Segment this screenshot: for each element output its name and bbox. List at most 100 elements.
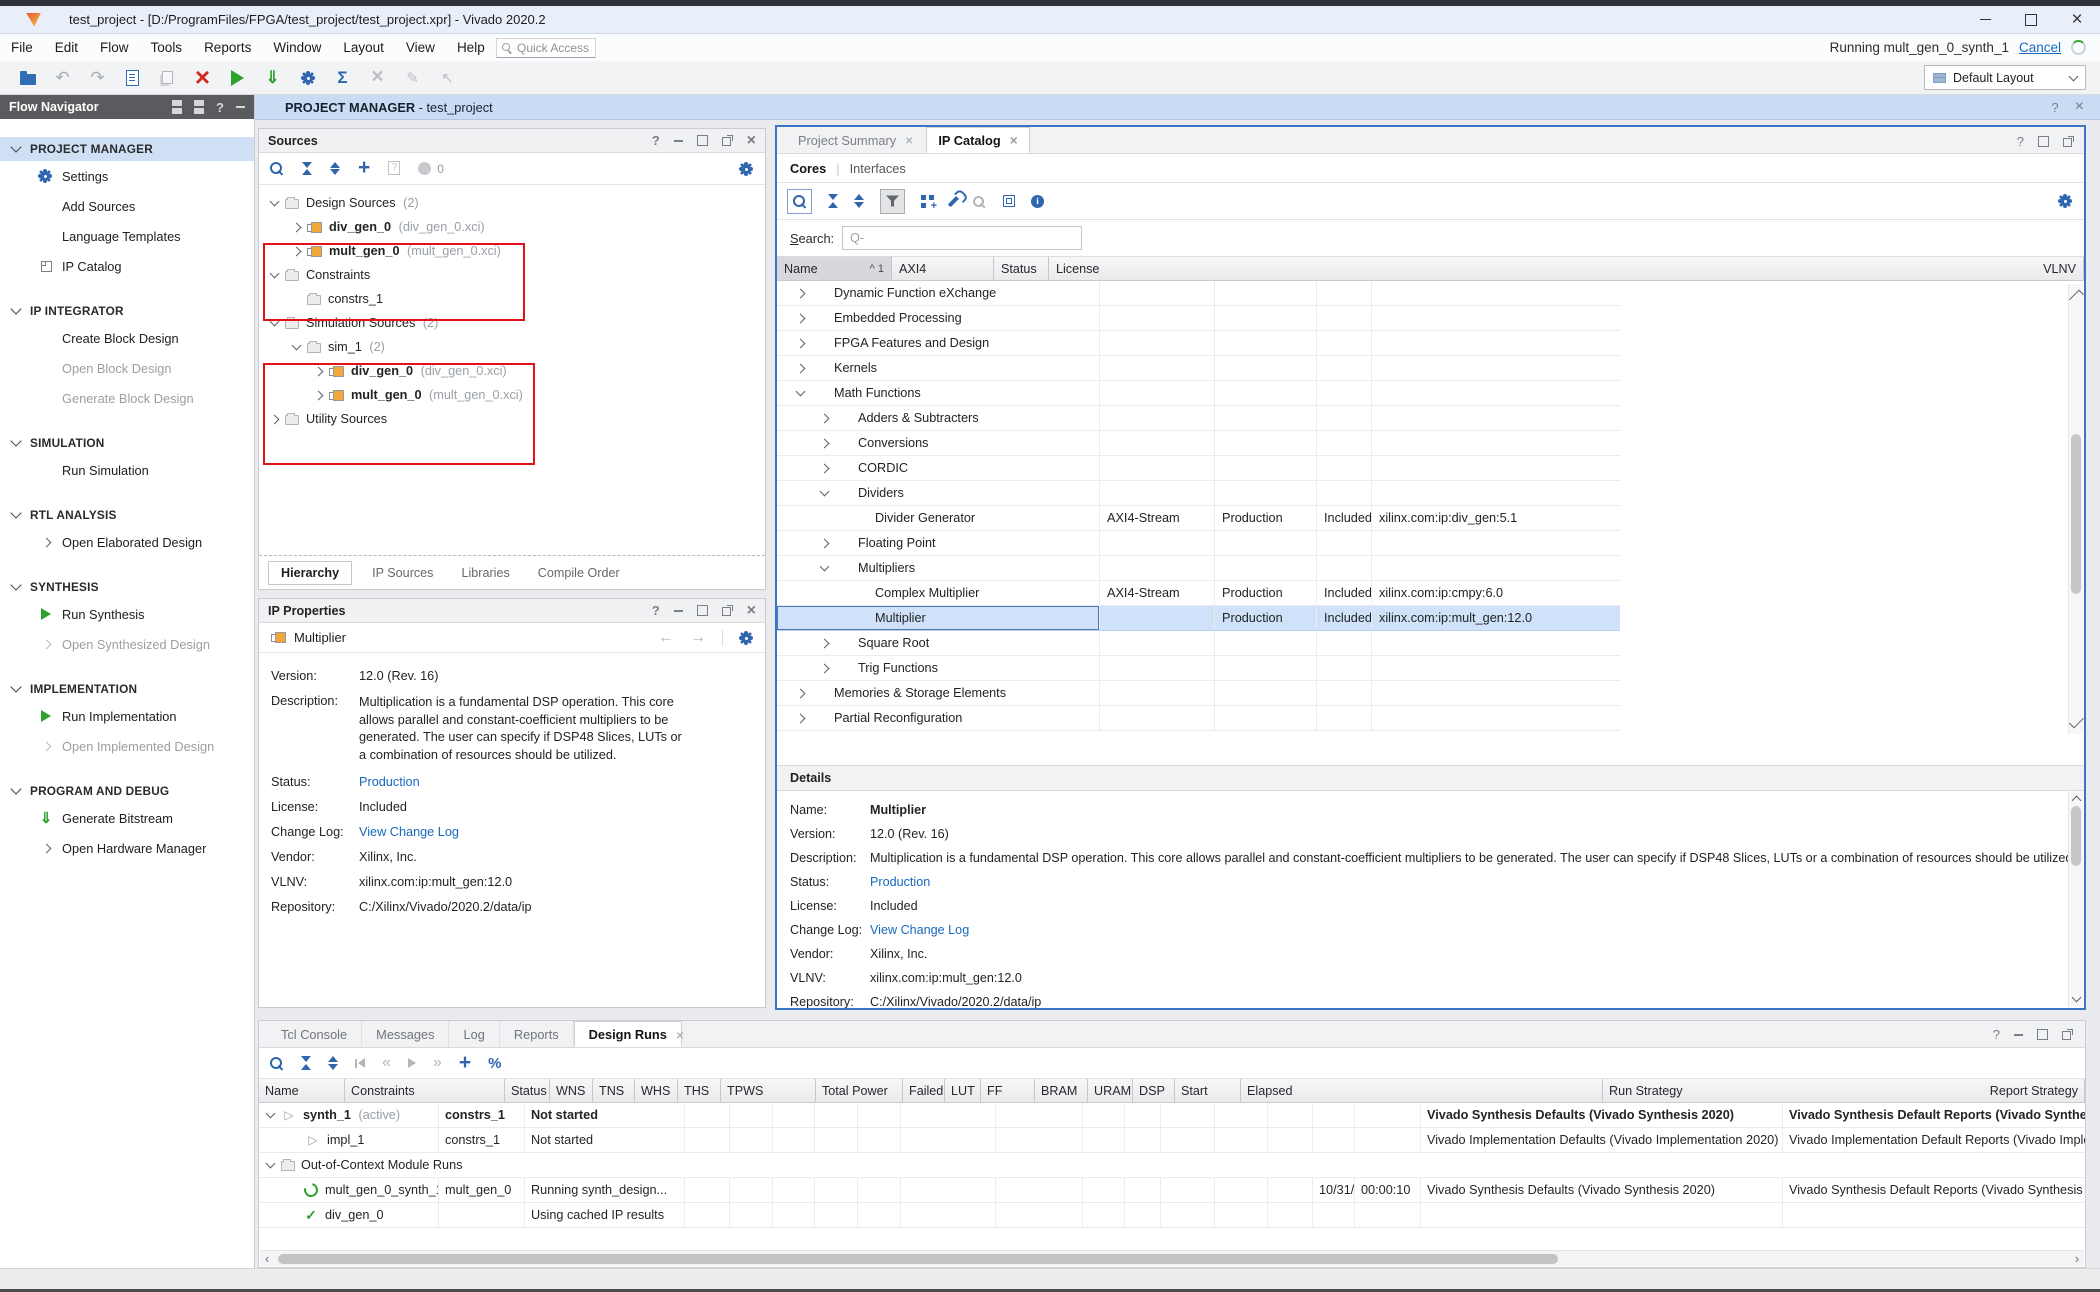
expander-icon[interactable] bbox=[292, 341, 302, 351]
next-run-icon[interactable] bbox=[433, 1054, 442, 1072]
run-selected-icon[interactable] bbox=[408, 1058, 416, 1068]
expander-icon[interactable] bbox=[820, 538, 830, 548]
column-header-cell[interactable]: WNS bbox=[550, 1079, 593, 1102]
maximize-icon[interactable] bbox=[2037, 1029, 2048, 1040]
details-scrollbar[interactable] bbox=[2068, 791, 2083, 1007]
column-header-cell[interactable]: TNS bbox=[593, 1079, 635, 1102]
menu-item[interactable]: View bbox=[395, 36, 446, 59]
sources-tree-item[interactable]: div_gen_0 (div_gen_0.xci) bbox=[259, 215, 765, 239]
column-header-cell[interactable]: LUT bbox=[945, 1079, 981, 1102]
flow-navigator-item[interactable]: Run Simulation bbox=[0, 455, 254, 485]
sources-panel-header[interactable]: Sources bbox=[259, 129, 765, 153]
help-icon[interactable] bbox=[652, 133, 660, 148]
expander-icon[interactable] bbox=[820, 413, 830, 423]
document-tab[interactable]: IP Catalog bbox=[926, 127, 1030, 153]
column-header-cell[interactable]: URAM bbox=[1088, 1079, 1133, 1102]
column-header-cell[interactable]: Name ^ 1 bbox=[777, 257, 892, 280]
scrollbar-thumb[interactable] bbox=[2071, 806, 2081, 866]
catalog-scrollbar[interactable] bbox=[2068, 284, 2083, 734]
settings-gear-icon[interactable] bbox=[2058, 194, 2072, 208]
window-maximize-icon[interactable] bbox=[2008, 6, 2054, 33]
sources-tree-item[interactable]: Constraints bbox=[259, 263, 765, 287]
design-run-row[interactable]: synth_1 (active) constrs_1 Not started V… bbox=[259, 1103, 2085, 1128]
scroll-down-icon[interactable] bbox=[2069, 714, 2084, 729]
flow-navigator-item[interactable]: PROJECT MANAGER bbox=[0, 137, 254, 161]
flow-navigator-item[interactable]: Open Synthesized Design bbox=[0, 629, 254, 659]
sources-view-tab[interactable]: Libraries bbox=[461, 566, 509, 580]
create-run-icon[interactable] bbox=[459, 1055, 471, 1072]
flow-navigator-item[interactable]: SYNTHESIS bbox=[0, 575, 254, 599]
column-header-cell[interactable]: AXI4 bbox=[892, 257, 994, 280]
maximize-icon[interactable] bbox=[697, 135, 708, 146]
scroll-right-icon[interactable]: › bbox=[2070, 1251, 2084, 1266]
expander-icon[interactable] bbox=[270, 197, 280, 207]
flow-navigator-item[interactable]: IP INTEGRATOR bbox=[0, 299, 254, 323]
column-header-cell[interactable]: Start bbox=[1175, 1079, 1241, 1102]
column-header-cell[interactable]: TPWS bbox=[721, 1079, 816, 1102]
expander-icon[interactable] bbox=[820, 562, 830, 572]
flow-navigator-item[interactable]: Open Implemented Design bbox=[0, 731, 254, 761]
column-header-cell[interactable]: FF bbox=[981, 1079, 1035, 1102]
console-tab[interactable]: Log bbox=[449, 1021, 499, 1047]
expander-icon[interactable] bbox=[796, 338, 806, 348]
help-icon[interactable] bbox=[216, 100, 224, 115]
sources-tree-item[interactable]: mult_gen_0 (mult_gen_0.xci) bbox=[259, 383, 765, 407]
scroll-left-icon[interactable]: ‹ bbox=[260, 1251, 274, 1266]
close-tab-icon[interactable] bbox=[676, 1028, 684, 1042]
search-icon[interactable] bbox=[269, 1056, 284, 1071]
collapse-all-icon[interactable] bbox=[301, 1056, 311, 1070]
flow-navigator-item[interactable]: Generate Bitstream bbox=[0, 803, 254, 833]
sources-tree-item[interactable]: Simulation Sources (2) bbox=[259, 311, 765, 335]
flow-navigator-item[interactable]: IMPLEMENTATION bbox=[0, 677, 254, 701]
flow-navigator-item[interactable]: Settings bbox=[0, 161, 254, 191]
expander-icon[interactable] bbox=[796, 363, 806, 373]
flow-navigator-item[interactable]: Run Implementation bbox=[0, 701, 254, 731]
sources-tree-item[interactable]: div_gen_0 (div_gen_0.xci) bbox=[259, 359, 765, 383]
flow-navigator-item[interactable]: IP Catalog bbox=[0, 251, 254, 281]
design-run-row[interactable]: mult_gen_0_synth_1 mult_gen_0 Running sy… bbox=[259, 1178, 2085, 1203]
expander-icon[interactable] bbox=[820, 463, 830, 473]
column-header-cell[interactable]: License bbox=[1049, 257, 2036, 280]
expander-icon[interactable] bbox=[292, 246, 302, 256]
expander-icon[interactable] bbox=[820, 487, 830, 497]
sources-tree-item[interactable]: Design Sources (2) bbox=[259, 191, 765, 215]
column-header-cell[interactable]: Status bbox=[505, 1079, 550, 1102]
flow-navigator-item[interactable]: PROGRAM AND DEBUG bbox=[0, 779, 254, 803]
expander-icon[interactable] bbox=[270, 317, 280, 327]
expander-icon[interactable] bbox=[796, 713, 806, 723]
window-minimize-icon[interactable] bbox=[1962, 6, 2008, 33]
settings-gear-icon[interactable] bbox=[739, 162, 753, 176]
info-icon[interactable] bbox=[1031, 195, 1044, 208]
window-close-icon[interactable] bbox=[2054, 6, 2100, 33]
expander-icon[interactable] bbox=[270, 269, 280, 279]
minimize-icon[interactable] bbox=[674, 610, 683, 612]
expander-icon[interactable] bbox=[266, 1109, 276, 1119]
flow-navigator-item[interactable]: Generate Block Design bbox=[0, 383, 254, 413]
search-icon[interactable] bbox=[269, 161, 284, 176]
expand-all-icon[interactable] bbox=[854, 194, 864, 208]
column-header-cell[interactable]: Failed Routes bbox=[903, 1079, 945, 1102]
subtab-cores[interactable]: Cores bbox=[790, 161, 826, 176]
license-key-icon[interactable] bbox=[972, 194, 987, 209]
expand-all-icon[interactable] bbox=[194, 100, 204, 114]
quick-access-input[interactable]: Quick Access bbox=[496, 38, 596, 58]
menu-item[interactable]: Reports bbox=[193, 36, 262, 59]
layout-selector[interactable]: Default Layout bbox=[1924, 65, 2086, 90]
flow-navigator-item[interactable]: SIMULATION bbox=[0, 431, 254, 455]
help-icon[interactable] bbox=[2017, 134, 2024, 149]
catalog-tree-row[interactable]: Conversions bbox=[777, 431, 1620, 456]
document-tab[interactable]: Project Summary bbox=[787, 127, 924, 153]
column-header-cell[interactable]: WHS bbox=[635, 1079, 678, 1102]
maximize-icon[interactable] bbox=[2038, 136, 2049, 147]
sources-view-tab[interactable]: Hierarchy bbox=[268, 561, 352, 585]
next-ip-icon[interactable] bbox=[690, 629, 706, 647]
catalog-tree-row[interactable]: Adders & Subtracters bbox=[777, 406, 1620, 431]
column-header-cell[interactable]: Run Strategy bbox=[1603, 1079, 1984, 1102]
column-header-cell[interactable]: Elapsed bbox=[1241, 1079, 1603, 1102]
float-icon[interactable] bbox=[2063, 136, 2074, 147]
messages-badge-icon[interactable] bbox=[418, 162, 431, 175]
expander-icon[interactable] bbox=[266, 1159, 276, 1169]
catalog-tree-row[interactable]: Math Functions bbox=[777, 381, 1620, 406]
expander-icon[interactable] bbox=[292, 222, 302, 232]
flow-navigator-item[interactable]: Run Synthesis bbox=[0, 599, 254, 629]
